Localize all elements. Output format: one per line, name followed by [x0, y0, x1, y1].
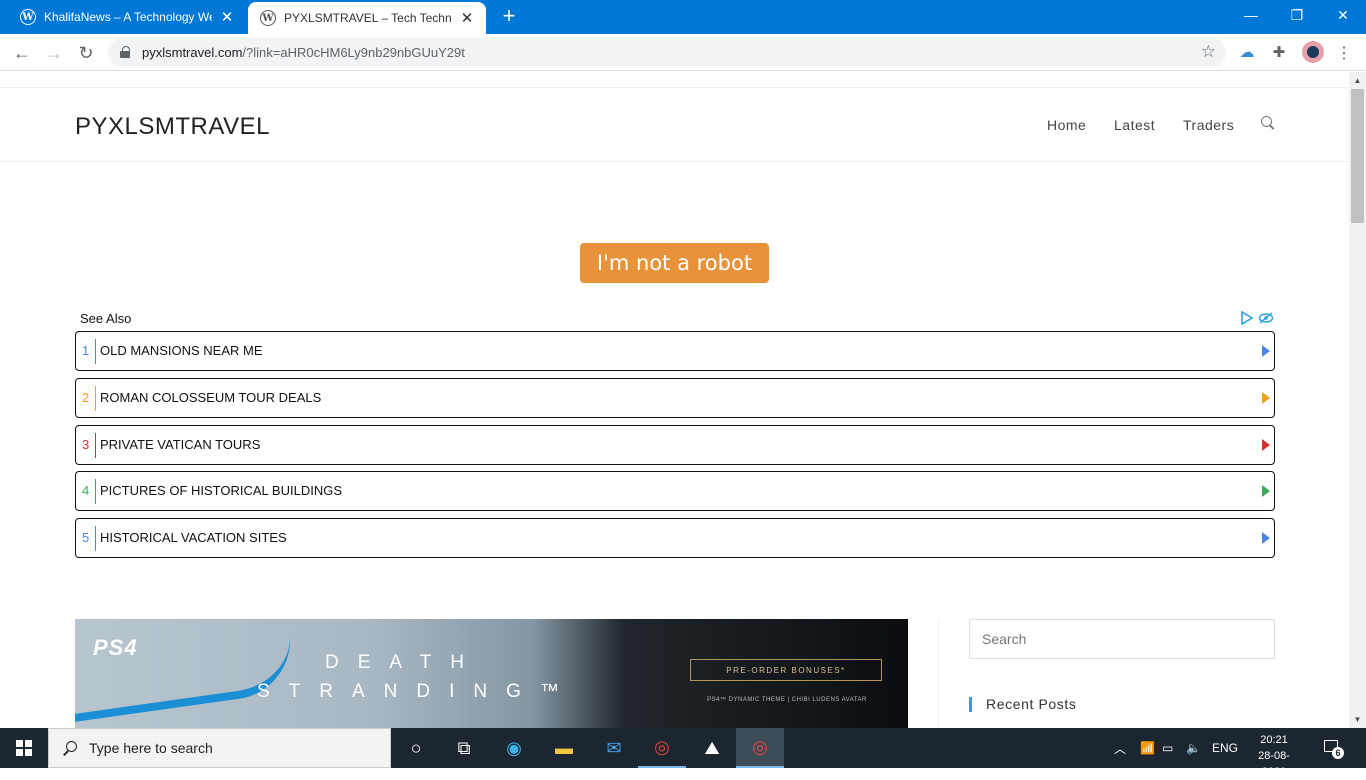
taskbar-search-placeholder: Type here to search	[89, 740, 213, 756]
site-header: PYXLSMTRAVEL Home Latest Traders	[0, 88, 1349, 162]
ad-item-number: 3	[82, 437, 90, 452]
play-arrow-icon	[1262, 439, 1270, 451]
ad-link-item[interactable]: 2 ROMAN COLOSSEUM TOUR DEALS	[75, 378, 1275, 418]
lock-icon	[120, 46, 130, 58]
ps4-logo: PS4	[93, 635, 138, 660]
bonus-text: PS4™ DYNAMIC THEME | CHIBI LUDENS AVATAR	[707, 697, 867, 703]
play-arrow-icon	[1262, 485, 1270, 497]
ad-item-label: OLD MANSIONS NEAR ME	[100, 343, 263, 358]
address-bar[interactable]: pyxlsmtravel.com/?link=aHR0cHM6Ly9nb29nb…	[108, 38, 1226, 67]
ad-item-divider	[95, 386, 96, 411]
url-text[interactable]: pyxlsmtravel.com/?link=aHR0cHM6Ly9nb29nb…	[142, 45, 465, 60]
web-page: PYXLSMTRAVEL Home Latest Traders I'm not…	[0, 72, 1349, 728]
search-icon[interactable]	[1261, 116, 1275, 130]
ad-item-number: 2	[82, 390, 90, 405]
taskbar-clock[interactable]: 20:21 28-08-2020	[1249, 732, 1299, 780]
ad-item-number: 5	[82, 530, 90, 545]
ad-item-label: HISTORICAL VACATION SITES	[100, 530, 287, 545]
scroll-up-icon[interactable]: ▲	[1349, 72, 1366, 89]
cortana-icon[interactable]: ○	[392, 728, 440, 768]
file-explorer-icon[interactable]: ▬	[540, 728, 588, 768]
language-indicator[interactable]: ENG	[1212, 728, 1238, 768]
ad-link-item[interactable]: 3 PRIVATE VATICAN TOURS	[75, 425, 1275, 465]
extension-cloud-icon[interactable]: ☁	[1236, 41, 1258, 63]
page-scrollbar[interactable]: ▲ ▼	[1349, 72, 1366, 728]
ad-item-divider	[95, 526, 96, 551]
show-hidden-icons-chevron-up-icon[interactable]: ︿	[1114, 728, 1126, 768]
sidebar-divider	[938, 619, 939, 728]
ad-item-number: 4	[82, 483, 90, 498]
reload-icon[interactable]: ↻	[74, 41, 98, 65]
forward-arrow-icon[interactable]: →	[42, 41, 66, 65]
url-host: pyxlsmtravel.com	[142, 45, 243, 60]
banner-title-line1: DEATH	[325, 652, 483, 673]
edge-icon[interactable]: ◉	[490, 728, 538, 768]
preorder-badge: PRE-ORDER BONUSES*	[690, 659, 882, 681]
close-tab-icon[interactable]: ✕	[460, 9, 474, 27]
windows-logo-icon	[16, 740, 32, 756]
wordpress-icon: W	[260, 10, 276, 26]
nav-home[interactable]: Home	[1047, 117, 1086, 133]
search-icon	[63, 741, 77, 755]
profile-avatar[interactable]	[1302, 41, 1324, 63]
minimize-icon[interactable]: —	[1228, 0, 1274, 30]
scroll-down-icon[interactable]: ▼	[1349, 711, 1366, 728]
play-arrow-icon	[1262, 345, 1270, 357]
not-a-robot-button[interactable]: I'm not a robot	[580, 243, 769, 283]
tab-khalifanews[interactable]: W KhalifaNews – A Technology Web ✕	[8, 0, 246, 34]
bookmark-star-icon[interactable]: ☆	[1201, 42, 1216, 62]
tab-title: KhalifaNews – A Technology Web	[44, 10, 212, 24]
volume-icon[interactable]: 🔈	[1186, 728, 1201, 768]
chrome-active-icon[interactable]: ◎	[736, 728, 784, 768]
banner-title-line2: STRANDING™	[257, 681, 578, 702]
browser-toolbar: ← → ↻ pyxlsmtravel.com/?link=aHR0cHM6Ly9…	[0, 34, 1366, 71]
start-button[interactable]	[0, 728, 48, 768]
ad-item-number: 1	[82, 343, 90, 358]
ad-link-item[interactable]: 5 HISTORICAL VACATION SITES	[75, 518, 1275, 558]
browser-tab-bar: W KhalifaNews – A Technology Web ✕ W PYX…	[0, 0, 1366, 34]
ad-item-divider	[95, 339, 96, 364]
see-also-heading: See Also	[80, 311, 132, 326]
play-arrow-icon	[1262, 392, 1270, 404]
ad-link-item[interactable]: 1 OLD MANSIONS NEAR ME	[75, 331, 1275, 371]
back-arrow-icon[interactable]: ←	[10, 41, 34, 65]
new-tab-button[interactable]: +	[498, 5, 520, 27]
battery-icon[interactable]: ▭	[1162, 728, 1173, 768]
tab-title: PYXLSMTRAVEL – Tech Technolog	[284, 11, 452, 25]
ad-item-divider	[95, 479, 96, 504]
task-view-icon[interactable]: ⧉	[440, 728, 488, 768]
nav-traders[interactable]: Traders	[1183, 117, 1234, 133]
action-center-icon[interactable]: 6	[1322, 738, 1344, 759]
wordpress-icon: W	[20, 9, 36, 25]
chrome-icon[interactable]: ◎	[638, 728, 686, 768]
tab-pyxlsmtravel[interactable]: W PYXLSMTRAVEL – Tech Technolog ✕	[248, 2, 486, 34]
close-tab-icon[interactable]: ✕	[220, 8, 234, 26]
ad-item-label: PRIVATE VATICAN TOURS	[100, 437, 261, 452]
extensions-puzzle-icon[interactable]: ✚	[1268, 41, 1290, 63]
clock-date: 28-08-2020	[1258, 750, 1290, 778]
photos-icon[interactable]: ⛰	[688, 728, 736, 768]
ad-item-label: PICTURES OF HISTORICAL BUILDINGS	[100, 483, 342, 498]
notification-count-badge: 6	[1332, 747, 1344, 759]
clock-time: 20:21	[1260, 734, 1288, 746]
play-arrow-icon	[1262, 532, 1270, 544]
kebab-menu-icon[interactable]: ⋮	[1336, 43, 1352, 63]
network-icon[interactable]: 📶	[1140, 728, 1155, 768]
nav-latest[interactable]: Latest	[1114, 117, 1155, 133]
recent-posts-heading: Recent Posts	[969, 697, 1076, 712]
ad-item-divider	[95, 433, 96, 458]
mail-icon[interactable]: ✉	[590, 728, 638, 768]
site-logo[interactable]: PYXLSMTRAVEL	[75, 113, 270, 141]
url-path: /?link=aHR0cHM6Ly9nb29nbGUuY29t	[242, 45, 465, 60]
restore-icon[interactable]: ❐	[1274, 0, 1320, 30]
scrollbar-thumb[interactable]	[1351, 89, 1364, 223]
sidebar-search-input[interactable]	[969, 619, 1275, 659]
close-window-icon[interactable]: ✕	[1320, 0, 1366, 30]
windows-taskbar: Type here to search ○ ⧉ ◉ ▬ ✉ ◎ ⛰ ◎ ︿ 📶 …	[0, 728, 1366, 778]
ad-banner[interactable]: PS4 DEATH STRANDING™ PRE-ORDER BONUSES* …	[75, 619, 908, 728]
ad-item-label: ROMAN COLOSSEUM TOUR DEALS	[100, 390, 322, 405]
taskbar-search-box[interactable]: Type here to search	[48, 728, 391, 768]
adchoices-icon[interactable]	[1240, 311, 1274, 325]
ad-link-item[interactable]: 4 PICTURES OF HISTORICAL BUILDINGS	[75, 471, 1275, 511]
